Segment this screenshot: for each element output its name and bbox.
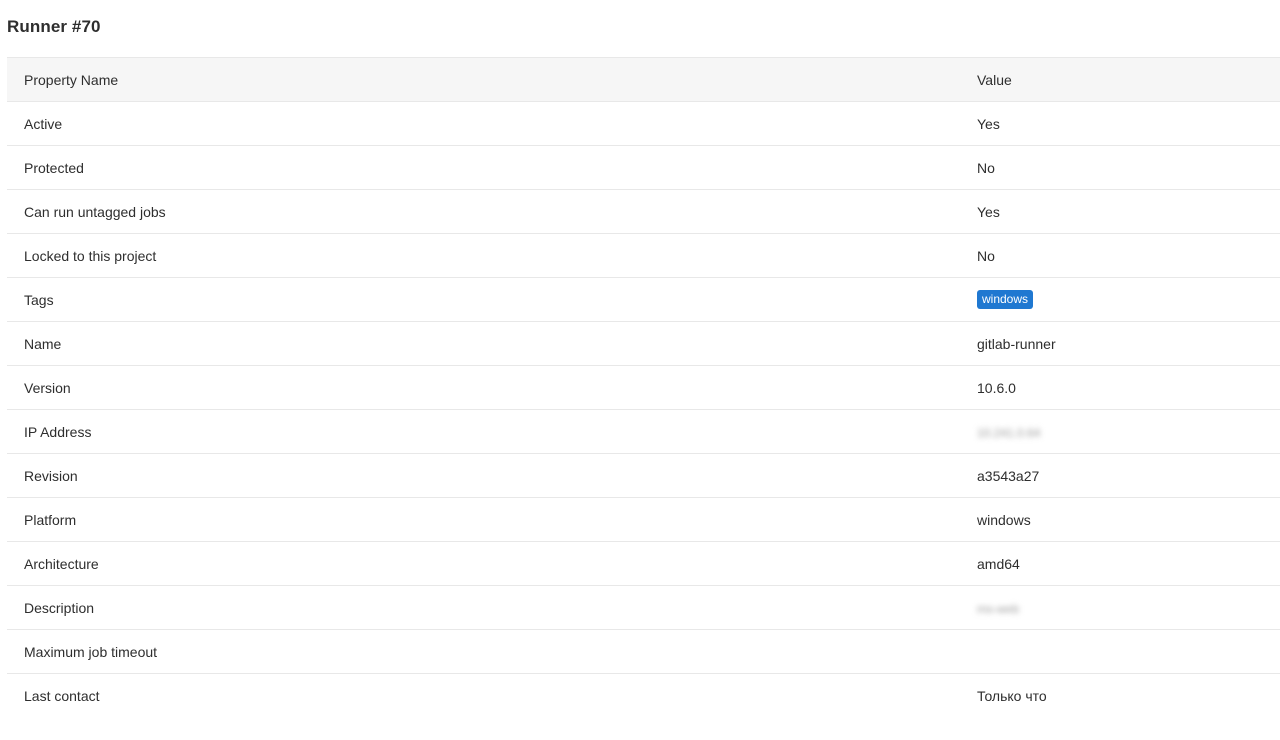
property-name: Name <box>7 321 977 366</box>
property-name: IP Address <box>7 409 977 454</box>
table-row: Maximum job timeout <box>7 629 1280 674</box>
property-value: 10.241.0.64 <box>977 409 1280 454</box>
property-name: Can run untagged jobs <box>7 189 977 234</box>
property-value: gitlab-runner <box>977 321 1280 366</box>
table-header-row: Property Name Value <box>7 57 1280 102</box>
property-value: Yes <box>977 189 1280 234</box>
column-header-value: Value <box>977 57 1280 102</box>
property-value: ms-web <box>977 585 1280 630</box>
property-name: Active <box>7 101 977 146</box>
property-value <box>977 629 1280 674</box>
property-value: No <box>977 145 1280 190</box>
property-value: No <box>977 233 1280 278</box>
property-name: Last contact <box>24 687 100 704</box>
property-value: a3543a27 <box>977 453 1280 498</box>
table-row: Name gitlab-runner <box>7 321 1280 366</box>
runner-properties-table: Property Name Value Active Yes Protected… <box>7 57 1280 717</box>
property-value: amd64 <box>977 541 1280 586</box>
property-name: Platform <box>7 497 977 542</box>
property-value: 10.6.0 <box>977 365 1280 410</box>
table-row: Locked to this project No <box>7 233 1280 278</box>
property-name: Description <box>7 585 977 630</box>
table-row: Active Yes <box>7 101 1280 146</box>
table-row: Revision a3543a27 <box>7 453 1280 498</box>
table-row: Protected No <box>7 145 1280 190</box>
property-name: Locked to this project <box>7 233 977 278</box>
property-value: Только что <box>977 687 1047 704</box>
tag-badge-windows[interactable]: windows <box>977 290 1034 309</box>
description-value-blurred: ms-web <box>977 601 1020 616</box>
table-row: Description ms-web <box>7 585 1280 630</box>
table-row: Last contact Только что <box>7 674 1280 718</box>
table-row: Tags windows <box>7 277 1280 322</box>
ip-address-value-blurred: 10.241.0.64 <box>977 425 1041 440</box>
property-name: Maximum job timeout <box>7 629 977 674</box>
page-title: Runner #70 <box>7 17 101 36</box>
property-name: Revision <box>7 453 977 498</box>
table-row: Version 10.6.0 <box>7 365 1280 410</box>
property-name: Protected <box>7 145 977 190</box>
table-row: IP Address 10.241.0.64 <box>7 409 1280 454</box>
table-row: Platform windows <box>7 497 1280 542</box>
property-value: windows <box>977 497 1280 542</box>
property-value: Yes <box>977 101 1280 146</box>
table-row: Architecture amd64 <box>7 541 1280 586</box>
property-name: Version <box>7 365 977 410</box>
table-row: Can run untagged jobs Yes <box>7 189 1280 234</box>
property-name: Tags <box>7 277 977 322</box>
column-header-property-name: Property Name <box>7 57 977 102</box>
property-value: windows <box>977 277 1280 322</box>
property-name: Architecture <box>7 541 977 586</box>
